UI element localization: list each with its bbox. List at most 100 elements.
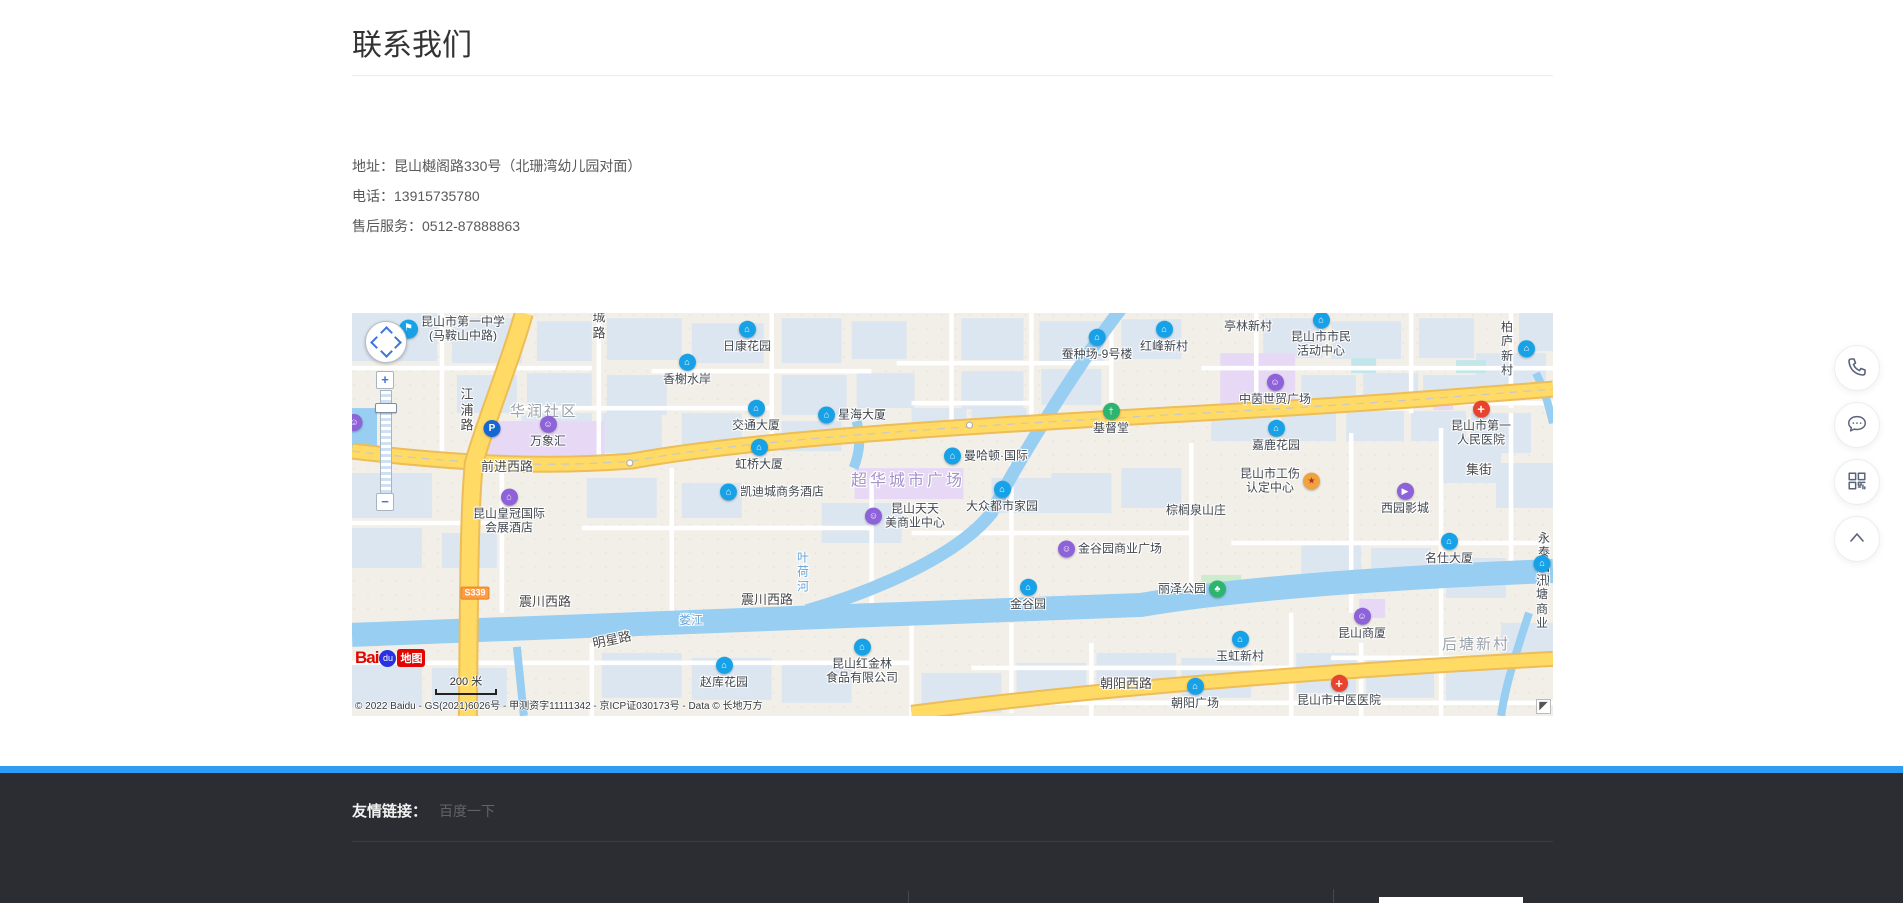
baidu-map[interactable]: ⚑ 昆山市第一中学 (马鞍山中路) 珹 路 华润社区 ⌂ 香榭水岸 ⌂ 日康花园…	[352, 313, 1553, 716]
zoom-slider-handle[interactable]	[375, 403, 397, 413]
map-poi[interactable]: 叶 荷 河	[797, 550, 809, 593]
map-poi[interactable]: ⌂ 香榭水岸	[663, 354, 711, 386]
baidu-logo-bai: Bai	[355, 648, 378, 668]
poi-label: 西园影城	[1381, 501, 1429, 515]
poi-label: 蚕种场-9号楼	[1062, 347, 1133, 361]
map-poi[interactable]: P	[484, 420, 501, 438]
map-poi[interactable]: ☺ 万象汇	[530, 416, 566, 448]
map-poi[interactable]: ⌂ 日康花园	[723, 321, 771, 353]
map-poi[interactable]: 集街	[1466, 462, 1492, 478]
map-poi[interactable]: ☺ 金谷园商业广场	[1058, 541, 1162, 558]
map-poi[interactable]: ⌂ 金谷园	[1010, 579, 1046, 611]
map-poi[interactable]: ★ 昆山市工伤 认定中心	[1240, 467, 1320, 496]
contact-phone: 电话：13915735780	[352, 181, 641, 211]
poi-icon: ⌂	[1019, 579, 1036, 596]
chat-fab-button[interactable]	[1834, 402, 1880, 448]
map-poi[interactable]: 震川西路	[741, 592, 793, 608]
map-poi[interactable]: ☺ 昆山商厦	[1338, 608, 1386, 640]
poi-label: 虹桥大厦	[735, 457, 783, 471]
map-poi[interactable]: ⌂ 赵库花园	[700, 657, 748, 689]
zoom-in-button[interactable]: +	[376, 371, 394, 389]
map-poi[interactable]: ⌂ 昆山红金林 食品有限公司	[826, 639, 898, 686]
footer-divider	[352, 841, 1553, 842]
map-poi[interactable]: 前进西路	[481, 459, 533, 475]
qrcode-fab-button[interactable]	[1834, 459, 1880, 505]
map-poi[interactable]: ☺ 中茵世贸广场	[1239, 374, 1311, 406]
poi-label: 朝阳广场	[1171, 696, 1219, 710]
poi-icon: ⌂	[993, 481, 1010, 498]
poi-icon: ⌂	[1155, 321, 1172, 338]
map-poi[interactable]: 明星路	[591, 628, 632, 651]
poi-label: 前进西路	[481, 459, 533, 475]
poi-icon: +	[1472, 401, 1489, 418]
poi-icon: ⌂	[750, 439, 767, 456]
map-poi[interactable]: ⌂ 蚕种场-9号楼	[1062, 329, 1133, 361]
map-poi[interactable]: ⌂ 昆山市市民 活动中心	[1291, 313, 1351, 358]
map-poi[interactable]: ▶ 西园影城	[1381, 483, 1429, 515]
map-poi[interactable]: ⌂ 嘉鹿花园	[1252, 420, 1300, 452]
map-poi[interactable]: ☺	[352, 414, 363, 432]
map-scale-label: 200 米	[435, 673, 497, 689]
phone-icon	[1846, 356, 1868, 381]
poi-label: 昆山市市民 活动中心	[1291, 330, 1351, 359]
poi-label: 昆山皇冠国际 会展酒店	[473, 507, 545, 536]
poi-icon: ⌂	[1312, 313, 1329, 329]
baidu-logo[interactable]: Bai du 地图	[355, 648, 425, 668]
phone-value: 13915735780	[394, 188, 480, 204]
poi-label: 昆山商厦	[1338, 626, 1386, 640]
map-poi[interactable]: 震川西路	[519, 594, 571, 610]
map-pan-control[interactable]	[365, 321, 407, 363]
map-poi[interactable]: ⌂ 昆山皇冠国际 会展酒店	[473, 489, 545, 536]
map-poi[interactable]: ⚑ 昆山市第一中学 (马鞍山中路)	[399, 315, 505, 344]
poi-icon: ⌂	[1440, 533, 1457, 550]
poi-label: 汛塘商业	[1534, 573, 1551, 631]
poi-icon: ⌂	[747, 400, 764, 417]
map-poi[interactable]: ⌂ 凯迪城商务酒店	[720, 484, 824, 501]
pan-left-icon[interactable]	[370, 336, 383, 349]
pan-down-icon[interactable]	[380, 345, 393, 358]
map-poi[interactable]: 江 浦 路	[460, 387, 473, 434]
map-poi[interactable]: ⌂ 名仕大厦	[1425, 533, 1473, 565]
phone-fab-button[interactable]	[1834, 345, 1880, 391]
map-poi[interactable]: ⌂ 玉虹新村	[1216, 631, 1264, 663]
map-poi[interactable]: ⌂ 星海大厦	[818, 407, 886, 424]
map-poi[interactable]: ⌂ 虹桥大厦	[735, 439, 783, 471]
map-poi[interactable]: 亭林新村	[1224, 319, 1272, 333]
map-poi[interactable]: ☺ 昆山天天 美商业中心	[865, 502, 945, 531]
map-poi[interactable]: 后塘新村	[1442, 636, 1510, 654]
map-poi[interactable]: 珹 路	[592, 313, 605, 341]
map-poi[interactable]: 棕榈泉山庄	[1166, 503, 1226, 517]
map-poi[interactable]: ⌂ 大众都市家园	[966, 481, 1038, 513]
pan-right-icon[interactable]	[389, 336, 402, 349]
poi-icon: ⌂	[678, 354, 695, 371]
map-poi[interactable]: ⌂ 汛塘商业	[1534, 555, 1551, 631]
poi-label: 基督堂	[1093, 421, 1129, 435]
poi-label: 星海大厦	[838, 408, 886, 422]
poi-icon: ⌂	[1088, 329, 1105, 346]
map-poi[interactable]: ♣ 丽泽公园	[1158, 581, 1226, 598]
map-poi[interactable]: ⌂ 曼哈顿·国际	[944, 448, 1028, 465]
map-poi[interactable]: ⌂ 柏庐新村	[1499, 320, 1535, 378]
map-poi[interactable]: ⌂ 红峰新村	[1140, 321, 1188, 353]
map-poi[interactable]: 娄江	[679, 613, 703, 627]
poi-label: 嘉鹿花园	[1252, 438, 1300, 452]
poi-label: 红峰新村	[1140, 339, 1188, 353]
map-poi[interactable]: ⌂ 朝阳广场	[1171, 678, 1219, 710]
poi-icon: ☺	[1266, 374, 1283, 391]
map-poi[interactable]: + 昆山市第一 人民医院	[1451, 401, 1511, 448]
poi-icon: P	[484, 420, 501, 437]
map-overview-toggle-icon[interactable]: ◤	[1536, 699, 1551, 714]
pan-up-icon[interactable]	[380, 326, 393, 339]
poi-label: 震川西路	[741, 592, 793, 608]
map-poi[interactable]: ⌂ 交通大厦	[732, 400, 780, 432]
footer-column-divider	[1333, 889, 1334, 903]
zoom-out-button[interactable]: −	[376, 493, 394, 511]
map-poi[interactable]: S339	[460, 587, 489, 600]
map-poi[interactable]: † 基督堂	[1093, 403, 1129, 435]
poi-icon: ▶	[1396, 483, 1413, 500]
map-poi[interactable]: 超华城市广场	[851, 471, 965, 490]
friend-link-baidu[interactable]: 百度一下	[439, 801, 495, 821]
map-poi[interactable]: 朝阳西路	[1100, 676, 1152, 692]
map-poi[interactable]: + 昆山市中医医院	[1297, 675, 1381, 707]
back-to-top-fab-button[interactable]	[1834, 516, 1880, 562]
